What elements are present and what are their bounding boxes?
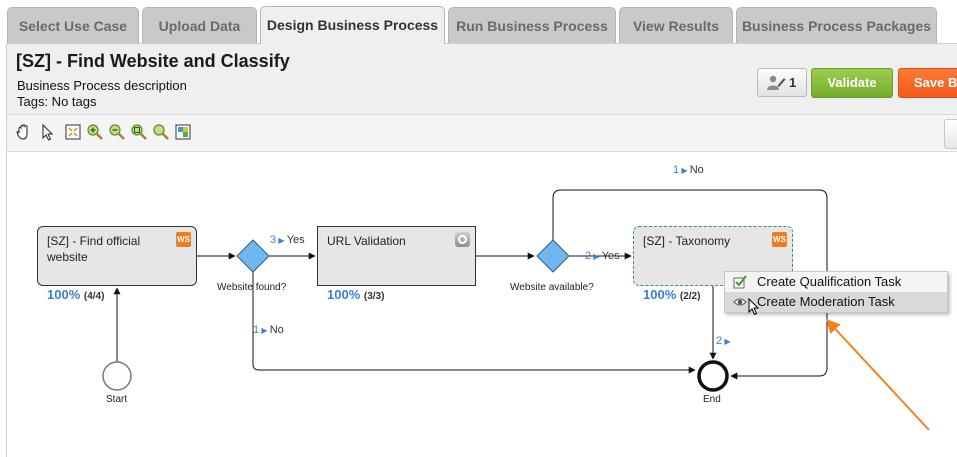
zoom-out-icon[interactable] — [108, 123, 126, 141]
flow-label-count: 2 ▶ — [716, 335, 731, 347]
flow-text: No — [689, 164, 704, 176]
tab-business-process-packages[interactable]: Business Process Packages — [736, 7, 937, 44]
tab-bar: Select Use Case Upload Data Design Busin… — [0, 0, 957, 44]
zoom-reset-icon[interactable] — [152, 123, 170, 141]
gateway-label: Website found? — [217, 282, 287, 293]
task-label: [SZ] - Taxonomy — [643, 234, 731, 248]
process-header: [SZ] - Find Website and Classify Busines… — [6, 43, 957, 114]
process-tags[interactable]: Tags: No tags — [17, 94, 97, 109]
progress-percent: 100% — [47, 287, 81, 302]
progress-percent: 100% — [327, 287, 361, 302]
annotation-arrow — [826, 318, 930, 431]
flow-label-yes: 2 ▶ Yes — [585, 250, 620, 262]
menu-item-create-qualification-task[interactable]: Create Qualification Task — [725, 272, 947, 292]
fit-to-screen-icon[interactable] — [64, 123, 82, 141]
validate-button[interactable]: Validate — [811, 68, 893, 98]
task-progress: 100% (4/4) — [47, 287, 104, 302]
process-description[interactable]: Business Process description — [17, 78, 187, 93]
tab-run-business-process[interactable]: Run Business Process — [448, 7, 616, 44]
ws-icon: WS — [772, 232, 787, 247]
ws-icon: WS — [176, 232, 191, 247]
task-label: URL Validation — [327, 234, 406, 248]
flow-label-no: 1 ▶ No — [253, 324, 284, 336]
toolbar-right-button[interactable] — [944, 119, 957, 149]
progress-fraction: (2/2) — [679, 291, 701, 302]
flow-text: Yes — [601, 250, 620, 262]
progress-percent: 100% — [643, 287, 677, 302]
tab-view-results[interactable]: View Results — [619, 7, 733, 44]
task-label: [SZ] - Find official website — [47, 234, 141, 264]
zoom-area-icon[interactable] — [130, 123, 148, 141]
gateway-label: Website available? — [510, 282, 594, 293]
user-edit-icon — [767, 75, 786, 90]
eye-icon — [733, 298, 747, 306]
mouse-cursor-icon — [748, 298, 760, 316]
start-label: Start — [106, 394, 128, 405]
zoom-in-icon[interactable] — [86, 123, 104, 141]
editors-button[interactable]: 1 — [757, 68, 807, 97]
overview-icon[interactable] — [174, 123, 192, 141]
tab-design-business-process[interactable]: Design Business Process — [260, 6, 445, 44]
diagram-toolbar — [6, 114, 957, 152]
end-label: End — [703, 394, 721, 405]
tab-upload-data[interactable]: Upload Data — [142, 7, 257, 44]
progress-fraction: (4/4) — [83, 291, 105, 302]
tab-select-use-case[interactable]: Select Use Case — [7, 7, 139, 44]
play-icon: ▶ — [722, 337, 731, 346]
task-progress: 100% (2/2) — [643, 287, 700, 302]
task-find-official-website[interactable]: [SZ] - Find official website WS — [37, 226, 197, 286]
gateway-website-found — [236, 239, 270, 273]
play-icon: ▶ — [591, 252, 602, 261]
flow-text: Yes — [286, 234, 305, 246]
play-icon: ▶ — [276, 236, 287, 245]
page-title: [SZ] - Find Website and Classify — [16, 51, 290, 71]
play-icon: ▶ — [679, 166, 690, 175]
flow-gateway1-no — [252, 272, 696, 374]
flow-label-no: 1 ▶ No — [673, 164, 704, 176]
task-progress: 100% (3/3) — [327, 287, 384, 302]
flow-text: No — [269, 324, 284, 336]
task-url-validation[interactable]: URL Validation — [317, 226, 476, 286]
editors-count: 1 — [789, 75, 797, 90]
flow-label-yes: 3 ▶ Yes — [270, 234, 305, 246]
menu-item-label: Create Qualification Task — [757, 274, 902, 289]
select-icon[interactable] — [39, 123, 57, 141]
pan-icon[interactable] — [15, 123, 33, 141]
play-icon: ▶ — [259, 326, 270, 335]
save-button[interactable]: Save Bu — [898, 68, 957, 98]
gateway-website-available — [536, 239, 570, 273]
check-icon — [733, 275, 747, 289]
menu-item-label: Create Moderation Task — [757, 294, 895, 309]
progress-fraction: (3/3) — [363, 291, 385, 302]
gear-icon — [455, 232, 470, 247]
start-event — [102, 361, 132, 391]
end-event — [697, 360, 729, 392]
